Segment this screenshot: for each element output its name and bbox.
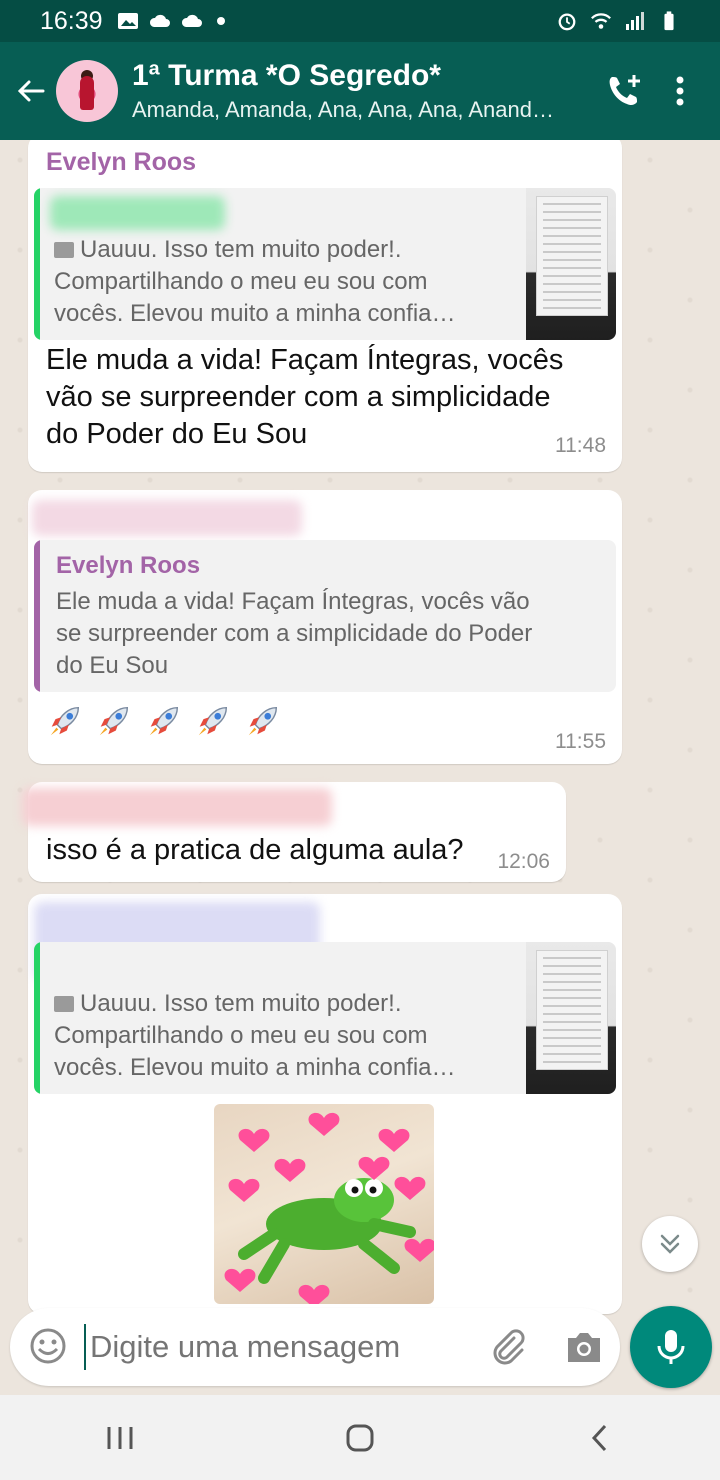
message-sender: Evelyn Roos (46, 148, 197, 176)
frog-hearts-sticker[interactable] (214, 1104, 434, 1304)
recent-apps-button[interactable] (75, 1408, 165, 1468)
group-avatar[interactable] (56, 60, 118, 122)
chevron-left-icon (591, 1424, 607, 1451)
message-time: 11:48 (555, 434, 606, 457)
camera-icon[interactable] (564, 1328, 604, 1366)
cloud-sync-icon (149, 14, 170, 27)
system-nav-bar (0, 1395, 720, 1480)
rocket-emoji (248, 706, 277, 736)
back-button[interactable] (6, 61, 56, 121)
wifi-icon (591, 13, 611, 29)
home-button[interactable] (315, 1408, 405, 1468)
message-time: 11:55 (555, 730, 606, 753)
message-list[interactable]: Evelyn Roos Uauuu. Isso tem muito poder!… (0, 140, 720, 1395)
group-members: Amanda, Amanda, Ana, Ana, Ana, Anand… (132, 97, 554, 122)
rocket-emoji (199, 706, 228, 736)
quoted-message[interactable]: Uauuu. Isso tem muito poder!. Compartilh… (34, 188, 616, 340)
message-bubble[interactable]: isso é a pratica de alguma aula? 12:06 (22, 782, 566, 882)
message-text: Ele muda a vida! Façam Íntegras, vocês v… (46, 344, 564, 450)
voice-message-button[interactable] (630, 1306, 712, 1388)
microphone-icon (657, 1330, 685, 1364)
quoted-sender: Evelyn Roos (56, 552, 201, 579)
message-bubble[interactable]: Uauuu. Isso tem muito poder!. Compartilh… (28, 894, 622, 1314)
signal-icon (626, 12, 644, 30)
message-time: 12:06 (497, 850, 550, 873)
status-time: 16:39 (40, 6, 103, 35)
quoted-message[interactable]: Evelyn Roos Ele muda a vida! Façam Ínteg… (34, 540, 616, 692)
image-icon (54, 996, 74, 1012)
arrow-left-icon (17, 80, 45, 102)
rocket-emoji (149, 706, 178, 736)
message-input[interactable] (84, 1324, 464, 1370)
menu-button[interactable] (652, 61, 708, 121)
add-call-button[interactable] (596, 61, 652, 121)
nav-back-button[interactable] (555, 1408, 645, 1468)
blurred-name (50, 196, 225, 230)
chat-header: 1ª Turma *O Segredo* Amanda, Amanda, Ana… (0, 42, 720, 140)
double-chevron-down-icon (660, 1234, 680, 1254)
cloud-sync-icon (181, 14, 202, 27)
more-vertical-icon (676, 76, 684, 106)
rocket-emoji (50, 706, 80, 736)
message-composer (10, 1308, 620, 1386)
recent-apps-icon (107, 1426, 133, 1449)
rocket-emoji (100, 706, 129, 736)
message-text: isso é a pratica de alguma aula? (46, 834, 464, 866)
phone-plus-icon (609, 75, 640, 106)
message-bubble[interactable]: Evelyn Roos Ele muda a vida! Façam Ínteg… (28, 490, 622, 764)
notification-dot-icon (216, 17, 225, 25)
quoted-photo-thumbnail (526, 942, 616, 1094)
message-bubble[interactable]: Evelyn Roos Uauuu. Isso tem muito poder!… (28, 140, 622, 472)
battery-icon (664, 11, 674, 31)
quoted-message[interactable]: Uauuu. Isso tem muito poder!. Compartilh… (34, 942, 616, 1094)
quoted-photo-thumbnail (526, 188, 616, 340)
blurred-name (32, 500, 302, 536)
sticker-illustration (224, 1112, 434, 1304)
image-icon (54, 242, 74, 258)
home-icon (346, 1424, 374, 1451)
status-bar: 16:39 (0, 0, 720, 42)
alarm-icon (558, 13, 576, 31)
emoji-icon[interactable] (28, 1326, 68, 1366)
blurred-name (22, 788, 332, 826)
scroll-to-bottom-button[interactable] (642, 1216, 698, 1272)
rocket-emoji-row (46, 702, 289, 745)
attach-icon[interactable] (488, 1326, 528, 1368)
chat-title-area[interactable]: 1ª Turma *O Segredo* Amanda, Amanda, Ana… (132, 59, 596, 123)
gallery-notification-icon (117, 13, 138, 29)
group-title: 1ª Turma *O Segredo* (132, 59, 441, 92)
